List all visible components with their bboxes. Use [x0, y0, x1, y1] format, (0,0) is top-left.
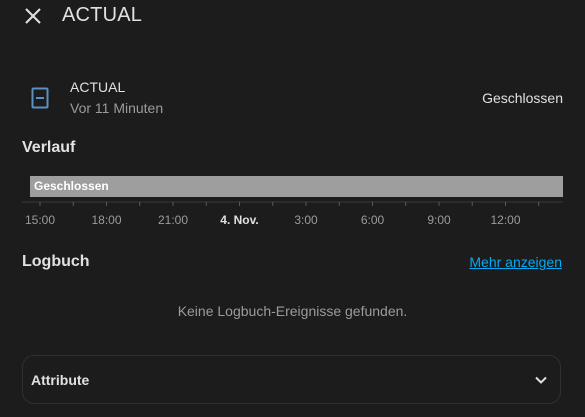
- attributes-label: Attribute: [31, 372, 90, 388]
- chevron-down-icon: [535, 376, 547, 384]
- timeline-segment-label: Geschlossen: [34, 179, 109, 193]
- timeline-tick-label: 3:00: [294, 213, 318, 227]
- close-button[interactable]: [22, 5, 44, 27]
- timeline-tick-label: 12:00: [490, 213, 520, 227]
- entity-last-changed: Vor 11 Minuten: [70, 100, 164, 116]
- entity-row: ACTUAL Vor 11 Minuten Geschlossen: [22, 76, 563, 120]
- timeline-tick-label: 4. Nov.: [220, 213, 258, 227]
- entity-state: Geschlossen: [482, 90, 563, 106]
- logbook-empty-message: Keine Logbuch-Ereignisse gefunden.: [177, 303, 408, 319]
- timeline-tick-label: 18:00: [91, 213, 121, 227]
- door-closed-icon: [31, 87, 49, 109]
- show-more-link[interactable]: Mehr anzeigen: [469, 254, 562, 270]
- timeline-segment[interactable]: [30, 176, 563, 197]
- close-icon: [25, 8, 41, 24]
- history-title: Verlauf: [22, 139, 76, 156]
- history-chart[interactable]: Geschlossen 15:00 18:00 21:00 4. Nov. 3:00 6:0…: [22, 168, 563, 232]
- attributes-expander[interactable]: Attribute: [22, 355, 561, 404]
- timeline-chart: Geschlossen 15:00 18:00 21:00 4. Nov. 3:00 6:0…: [22, 176, 563, 227]
- logbook-title: Logbuch: [22, 253, 90, 270]
- timeline-tick-label: 15:00: [25, 213, 55, 227]
- timeline-tick-label: 9:00: [427, 213, 451, 227]
- timeline-tick-label: 6:00: [361, 213, 385, 227]
- dialog-title: ACTUAL: [62, 4, 143, 26]
- dialog-header: ACTUAL: [0, 0, 585, 34]
- entity-name: ACTUAL: [70, 79, 126, 95]
- timeline-tick-label: 21:00: [158, 213, 188, 227]
- more-info-dialog: ACTUAL ACTUAL Vor 11 Minuten Geschlossen…: [0, 0, 585, 417]
